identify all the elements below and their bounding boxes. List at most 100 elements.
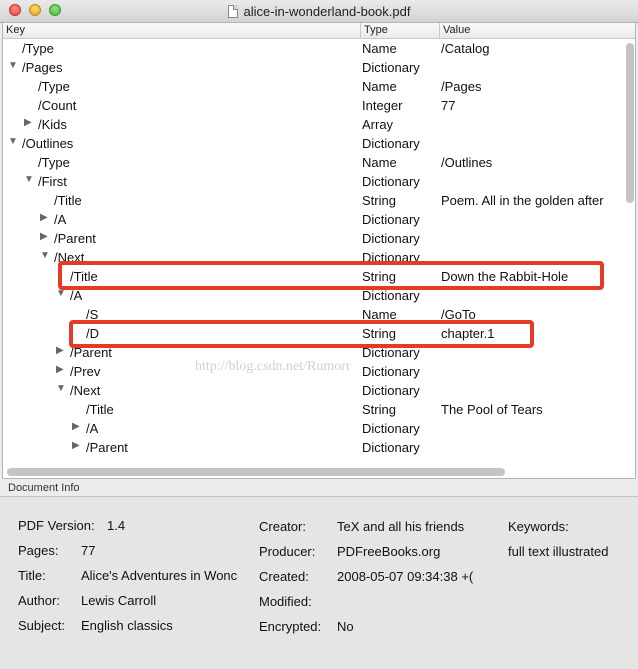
table-row[interactable]: ▶ /Parent Dictionary — [3, 438, 623, 457]
created-label: Created: — [259, 569, 309, 584]
table-row[interactable]: /Type Name/Outlines — [3, 153, 623, 172]
document-icon — [227, 4, 238, 18]
disclosure-closed-icon[interactable]: ▶ — [24, 117, 32, 128]
row-key: /Type — [38, 79, 70, 94]
row-type: Name — [362, 155, 397, 170]
column-header-key[interactable]: Key — [6, 24, 25, 36]
document-info-label: Document Info — [8, 482, 80, 494]
horizontal-scroll-thumb[interactable] — [7, 468, 505, 476]
row-value: /Outlines — [441, 155, 493, 170]
row-key: /Next — [70, 383, 101, 398]
row-type: Dictionary — [362, 60, 420, 75]
row-type: Dictionary — [362, 231, 420, 246]
encrypted-value: No — [337, 619, 354, 634]
row-key: /Count — [38, 98, 77, 113]
table-row[interactable]: ▼ /Pages Dictionary — [3, 58, 623, 77]
row-type: Array — [362, 117, 394, 132]
row-key: /Type — [38, 155, 70, 170]
table-row[interactable]: /Title String The Pool of Tears — [3, 400, 623, 419]
row-key: /Prev — [70, 364, 101, 379]
table-row[interactable]: /Type Name/Pages — [3, 77, 623, 96]
disclosure-open-icon[interactable]: ▼ — [8, 60, 18, 71]
table-row[interactable]: ▶ /Parent Dictionary — [3, 229, 623, 248]
table-row[interactable]: ▶ /A Dictionary — [3, 419, 623, 438]
row-value: Poem. All in the golden after — [441, 193, 604, 208]
row-key: /Kids — [38, 117, 67, 132]
table-row[interactable]: /Count Integer 77 — [3, 96, 623, 115]
disclosure-closed-icon[interactable]: ▶ — [56, 364, 64, 375]
creator-label: Creator: — [259, 519, 306, 534]
table-row[interactable]: ▶ /A Dictionary — [3, 210, 623, 229]
author-label: Author: — [18, 593, 60, 608]
table-row[interactable]: ▶ /Prev Dictionary — [3, 362, 623, 381]
row-value: 77 — [441, 98, 456, 113]
row-type: Dictionary — [362, 364, 420, 379]
producer-value: PDFreeBooks.org — [337, 544, 441, 559]
row-type: Dictionary — [362, 136, 420, 151]
pdf-object-tree[interactable]: Key Type Value /Type Name/Catalog ▼ /Pages D… — [2, 22, 636, 479]
title-bar: alice-in-wonderland-book.pdf — [0, 0, 638, 23]
table-row[interactable]: ▼ /Outlines Dictionary — [3, 134, 623, 153]
disclosure-open-icon[interactable]: ▼ — [40, 250, 50, 261]
document-info-panel: PDF Version: 1.4 Pages: 77 Title: Alice'… — [0, 496, 638, 669]
row-key: /Title — [54, 193, 82, 208]
column-header-value[interactable]: Value — [443, 24, 470, 36]
creator-value: TeX and all his friends — [337, 519, 465, 534]
disclosure-open-icon[interactable]: ▼ — [24, 174, 34, 185]
row-key: /Outlines — [22, 136, 74, 151]
table-row[interactable]: ▶ /Kids Array — [3, 115, 623, 134]
row-type: String — [362, 193, 396, 208]
disclosure-closed-icon[interactable]: ▶ — [56, 345, 64, 356]
row-key: /A — [54, 212, 67, 227]
highlight-box-title — [58, 261, 604, 290]
row-key: /Title — [86, 402, 114, 417]
title-value: Alice's Adventures in Wonc — [81, 568, 238, 583]
disclosure-closed-icon[interactable]: ▶ — [72, 440, 80, 451]
window-title: alice-in-wonderland-book.pdf — [243, 3, 411, 19]
row-value: /Pages — [441, 79, 482, 94]
row-type: Dictionary — [362, 440, 420, 455]
table-header: Key Type Value — [3, 23, 635, 39]
highlight-box-d — [69, 320, 534, 348]
row-key: /Type — [22, 41, 54, 56]
author-value: Lewis Carroll — [81, 593, 157, 608]
vertical-scrollbar[interactable] — [625, 41, 634, 465]
pdf-version-value: 1.4 — [107, 518, 126, 533]
column-header-type[interactable]: Type — [364, 24, 388, 36]
row-key: /Pages — [22, 60, 63, 75]
row-value: /Catalog — [441, 41, 490, 56]
table-row[interactable]: /Type Name/Catalog — [3, 39, 623, 58]
producer-label: Producer: — [259, 544, 316, 559]
row-type: Dictionary — [362, 383, 420, 398]
encrypted-label: Encrypted: — [259, 619, 322, 634]
created-value: 2008-05-07 09:34:38 +( — [337, 569, 474, 584]
vertical-scroll-thumb[interactable] — [626, 43, 634, 203]
keywords-value: full text illustrated — [508, 544, 609, 559]
table-row[interactable]: ▼ /First Dictionary — [3, 172, 623, 191]
row-type: Integer — [362, 98, 403, 113]
pages-label: Pages: — [18, 543, 59, 558]
row-key: /A — [86, 421, 99, 436]
subject-label: Subject: — [18, 618, 65, 633]
app-window: alice-in-wonderland-book.pdf Key Type Va… — [0, 0, 638, 669]
pages-value: 77 — [81, 543, 96, 558]
row-type: Dictionary — [362, 212, 420, 227]
tree-rows: /Type Name/Catalog ▼ /Pages Dictionary/Type N… — [3, 39, 623, 465]
row-key: /Parent — [54, 231, 96, 246]
disclosure-open-icon[interactable]: ▼ — [56, 383, 66, 394]
row-type: Name — [362, 41, 397, 56]
disclosure-open-icon[interactable]: ▼ — [8, 136, 18, 147]
table-row[interactable]: /Title String Poem. All in the golden afte… — [3, 191, 623, 210]
row-key: /First — [38, 174, 67, 189]
table-row[interactable]: ▼ /Next Dictionary — [3, 381, 623, 400]
keywords-label: Keywords: — [508, 519, 569, 534]
row-key: /A — [70, 288, 83, 303]
subject-value: English classics — [81, 618, 173, 633]
disclosure-closed-icon[interactable]: ▶ — [40, 231, 48, 242]
row-type: String — [362, 402, 396, 417]
row-key: /Parent — [86, 440, 128, 455]
pdf-version-label: PDF Version: — [18, 518, 95, 533]
disclosure-closed-icon[interactable]: ▶ — [40, 212, 48, 223]
row-type: Dictionary — [362, 174, 420, 189]
disclosure-closed-icon[interactable]: ▶ — [72, 421, 80, 432]
